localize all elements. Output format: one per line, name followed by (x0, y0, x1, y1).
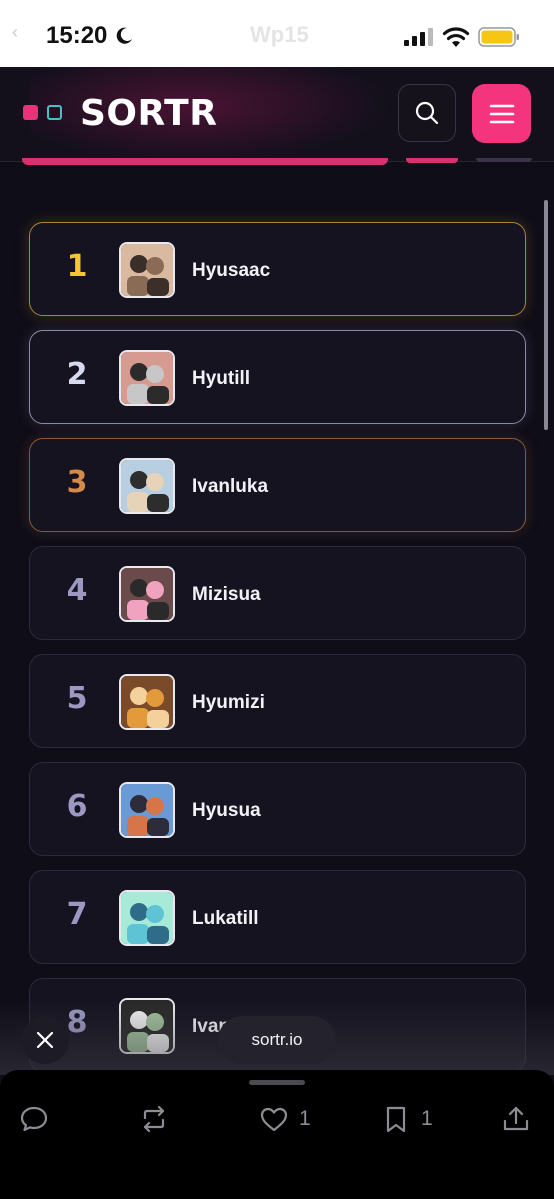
progress-strip (22, 158, 388, 165)
url-pill[interactable]: sortr.io (218, 1016, 336, 1064)
tab-strip-pink (406, 158, 458, 163)
rank-number: 5 (66, 681, 88, 716)
ranking-item[interactable]: 3 Ivanluka (29, 438, 526, 532)
comment-icon (20, 1106, 48, 1132)
rank-number: 1 (66, 249, 88, 284)
app-header: SORTR (0, 67, 554, 162)
heart-icon (260, 1107, 288, 1132)
rank-name: Hyusaac (192, 260, 271, 281)
status-time: 15:20 (46, 22, 108, 49)
avatar (119, 890, 175, 946)
repost-icon (143, 1105, 165, 1133)
rank-number: 4 (66, 573, 88, 608)
ranking-item[interactable]: 2 Hyutill (29, 330, 526, 424)
wifi-icon (442, 27, 470, 47)
scrollbar-thumb[interactable] (544, 200, 548, 430)
rank-name: Hyutill (192, 368, 251, 389)
cellular-signal-icon (404, 28, 433, 46)
status-back-indicator: ‹ (12, 22, 18, 42)
like-button[interactable]: 1 (259, 1102, 311, 1136)
ranking-item[interactable]: 7 Lukatill (29, 870, 526, 964)
battery-icon (478, 27, 519, 47)
search-icon (415, 101, 439, 125)
rank-number: 3 (66, 465, 88, 500)
like-count: 1 (299, 1107, 311, 1130)
rank-number: 2 (66, 357, 88, 392)
status-bar: ‹ 15:20 Wp15 (0, 0, 554, 67)
menu-button[interactable] (472, 84, 531, 143)
tab-strip-grey (476, 158, 532, 162)
search-button[interactable] (398, 84, 456, 142)
close-icon (36, 1031, 54, 1049)
moon-icon (116, 27, 132, 44)
ranking-item[interactable]: 5 Hyumizi (29, 654, 526, 748)
repost-button[interactable] (139, 1102, 169, 1136)
rank-number: 6 (66, 789, 88, 824)
post-action-bar: 1 1 (0, 1070, 554, 1199)
ranking-item[interactable]: 6 Hyusua (29, 762, 526, 856)
avatar (119, 458, 175, 514)
logo-mark-pink (23, 105, 38, 120)
rank-name: Ivanluka (192, 476, 269, 497)
ranking-item[interactable]: 4 Mizisua (29, 546, 526, 640)
bookmark-button[interactable]: 1 (381, 1102, 433, 1136)
logo-text[interactable]: SORTR (80, 93, 217, 134)
share-button[interactable] (501, 1102, 531, 1136)
rank-name: Mizisua (192, 584, 261, 605)
ranking-item[interactable]: 1 Hyusaac (29, 222, 526, 316)
rank-name: Lukatill (192, 908, 259, 929)
avatar (119, 350, 175, 406)
avatar (119, 566, 175, 622)
status-app-label: Wp15 (250, 22, 309, 47)
bookmark-count: 1 (421, 1107, 433, 1130)
comment-button[interactable] (19, 1102, 49, 1136)
hamburger-menu-icon (489, 104, 514, 123)
close-overlay-button[interactable] (21, 1016, 69, 1064)
grab-handle[interactable] (249, 1080, 305, 1085)
rank-name: Hyumizi (192, 692, 265, 713)
share-icon (503, 1106, 529, 1131)
rank-name: Hyusua (192, 800, 261, 821)
avatar (119, 782, 175, 838)
logo-mark-teal (47, 105, 62, 120)
rank-number: 7 (66, 897, 88, 932)
avatar (119, 674, 175, 730)
avatar (119, 242, 175, 298)
bookmark-icon (386, 1106, 406, 1133)
